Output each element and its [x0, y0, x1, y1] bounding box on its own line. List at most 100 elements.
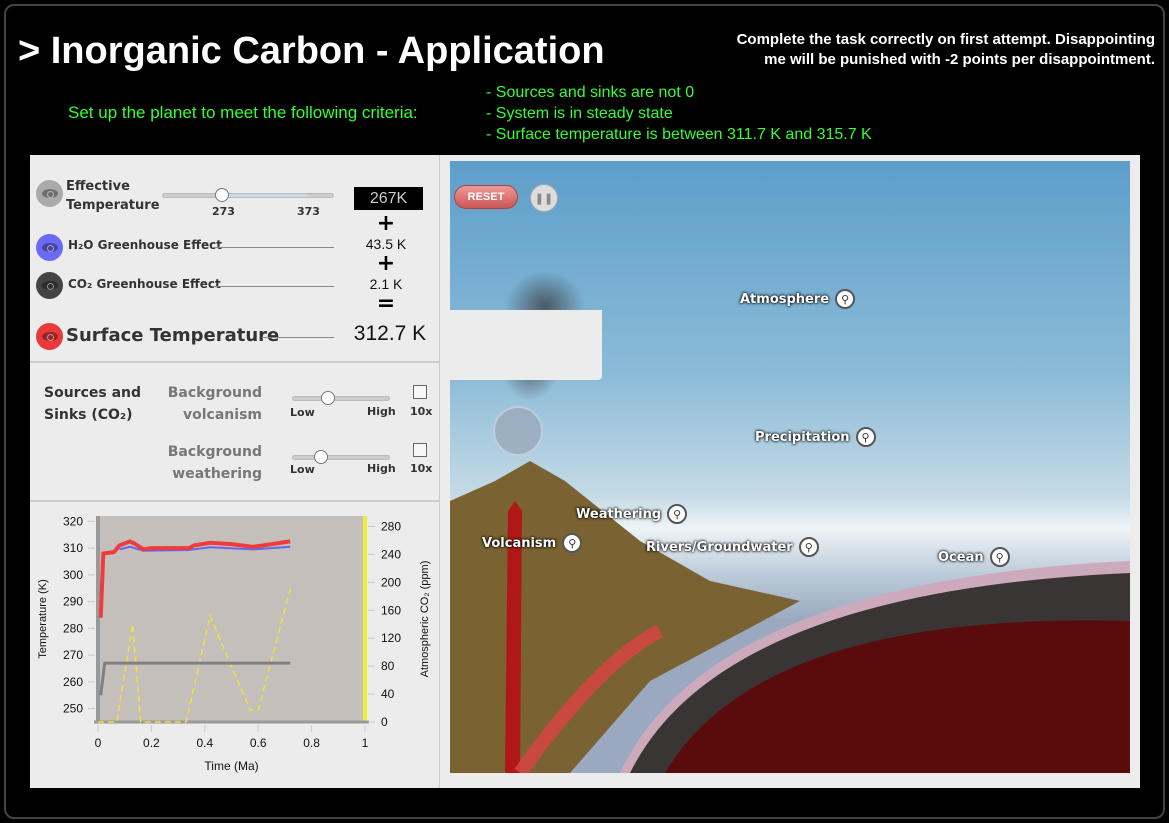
playback-controls — [442, 310, 602, 380]
plus-sign: + — [376, 211, 396, 236]
sources-title: Sources and — [44, 385, 142, 401]
slider-handle[interactable] — [314, 450, 328, 464]
warning-line: Complete the task correctly on first att… — [736, 31, 1155, 48]
y2-axis-label: Atmospheric CO₂ (ppm) — [419, 561, 431, 678]
weathering-label: weathering — [172, 466, 262, 482]
eye-icon[interactable] — [36, 323, 63, 350]
criterion: - Sources and sinks are not 0 — [486, 84, 695, 101]
volcanism-scene-label[interactable]: Volcanism ⚲ — [482, 533, 583, 553]
volcanism-label: Background — [167, 385, 262, 401]
rivers-label[interactable]: Rivers/Groundwater ⚲ — [646, 537, 819, 557]
effective-temp-label: Effective — [66, 179, 130, 194]
x-tick-label: 0.6 — [250, 736, 267, 750]
y2-tick-label: 80 — [381, 659, 395, 673]
y-tick-label: 310 — [63, 541, 83, 555]
y-tick-label: 270 — [63, 648, 83, 662]
atmosphere-label[interactable]: Atmosphere ⚲ — [740, 289, 856, 309]
magnifier-icon[interactable]: ⚲ — [855, 427, 876, 447]
criterion: - System is in steady state — [486, 105, 673, 122]
weathering-label: Background — [167, 444, 262, 460]
sources-sinks-section: Sources and Sinks (CO₂) Background volcani… — [30, 365, 440, 502]
reset-button[interactable]: RESET — [454, 185, 518, 209]
10x-label: 10x — [410, 462, 433, 475]
y2-tick-label: 240 — [381, 547, 401, 561]
y2-tick-label: 0 — [381, 715, 388, 729]
magnifier-icon[interactable]: ⚲ — [667, 504, 688, 524]
eye-icon[interactable] — [36, 234, 63, 261]
magnifier-icon[interactable]: ⚲ — [562, 533, 583, 553]
bubble — [493, 406, 543, 456]
plus-sign: + — [376, 251, 396, 276]
volcanism-10x-checkbox[interactable] — [413, 385, 427, 399]
simulation-panel: Effective Temperature 273 373 267K + H₂O … — [30, 155, 1140, 788]
y-tick-label: 290 — [63, 595, 83, 609]
low-label: Low — [290, 463, 315, 476]
y-tick-label: 300 — [63, 568, 83, 582]
criteria-list: - Sources and sinks are not 0 - System i… — [486, 82, 872, 145]
h2o-value: 43.5 K — [365, 236, 407, 252]
instructions: Complete the task correctly on first att… — [737, 30, 1155, 70]
warning-line: me will be punished with -2 points per d… — [764, 51, 1155, 68]
label-text: Atmosphere — [740, 291, 830, 307]
label-text: Precipitation — [755, 429, 850, 445]
page-title: > Inorganic Carbon - Application — [18, 30, 605, 72]
magnifier-icon[interactable]: ⚲ — [798, 537, 819, 557]
x-tick-label: 1 — [362, 736, 369, 750]
effective-temp-value: 267K — [354, 187, 423, 210]
surface-temp-value: 312.7 K — [353, 322, 427, 345]
label-text: Weathering — [576, 506, 662, 522]
magnifier-icon[interactable]: ⚲ — [835, 289, 856, 309]
ocean-label[interactable]: Ocean ⚲ — [938, 547, 1010, 567]
label-text: Volcanism — [482, 535, 557, 551]
x-tick-label: 0.2 — [143, 736, 160, 750]
eye-icon[interactable] — [36, 272, 63, 299]
y-tick-label: 320 — [63, 514, 83, 528]
surface-temp-label: Surface Temperature — [66, 325, 280, 346]
eye-icon[interactable] — [36, 180, 63, 207]
y2-tick-label: 120 — [381, 631, 401, 645]
magnifier-icon[interactable]: ⚲ — [989, 547, 1010, 567]
volcanism-label: volcanism — [183, 407, 262, 423]
y-tick-label: 250 — [63, 702, 83, 716]
effective-temp-slider[interactable] — [162, 188, 334, 202]
x-axis-label: Time (Ma) — [204, 759, 258, 773]
y2-tick-label: 160 — [381, 603, 401, 617]
y2-tick-label: 40 — [381, 687, 395, 701]
y-tick-label: 280 — [63, 621, 83, 635]
temperature-co2-chart: 0 0.2 0.4 0.6 0.8 1 320 310 300 290 280 270 260 250 28… — [37, 514, 431, 773]
high-label: High — [367, 405, 396, 418]
y-tick-label: 260 — [63, 675, 83, 689]
y2-tick-label: 280 — [381, 519, 401, 533]
controls-panel: Effective Temperature 273 373 267K + H₂O … — [30, 155, 440, 788]
x-tick-label: 0 — [95, 736, 102, 750]
precipitation-label[interactable]: Precipitation ⚲ — [755, 427, 876, 447]
scene-illustration — [450, 271, 1130, 773]
divider — [212, 247, 334, 248]
slider-max-label: 373 — [297, 205, 320, 218]
weathering-label[interactable]: Weathering ⚲ — [576, 504, 688, 524]
10x-label: 10x — [410, 405, 433, 418]
slider-handle[interactable] — [321, 391, 335, 405]
divider — [262, 337, 334, 338]
y-axis-label: Temperature (K) — [37, 579, 49, 658]
planet-scene — [450, 161, 1130, 773]
slider-handle[interactable] — [215, 188, 229, 202]
weathering-10x-checkbox[interactable] — [413, 443, 427, 457]
weathering-slider[interactable] — [292, 450, 390, 464]
criteria-prompt: Set up the planet to meet the following … — [68, 103, 418, 122]
co2-value: 2.1 K — [369, 276, 403, 292]
pause-button[interactable]: ❚❚ — [530, 184, 558, 212]
volcanism-slider[interactable] — [292, 391, 390, 405]
criterion: - Surface temperature is between 311.7 K… — [486, 126, 872, 143]
effective-temp-label: Temperature — [66, 198, 160, 213]
label-text: Ocean — [938, 549, 984, 565]
slider-min-label: 273 — [212, 205, 235, 218]
x-tick-label: 0.8 — [303, 736, 320, 750]
co2-label: CO₂ Greenhouse Effect — [68, 277, 221, 291]
label-text: Rivers/Groundwater — [646, 539, 793, 555]
divider — [212, 286, 334, 287]
x-tick-label: 0.4 — [196, 736, 213, 750]
low-label: Low — [290, 406, 315, 419]
sources-title: Sinks (CO₂) — [44, 407, 133, 423]
temperature-section: Effective Temperature 273 373 267K + H₂O … — [30, 155, 440, 363]
